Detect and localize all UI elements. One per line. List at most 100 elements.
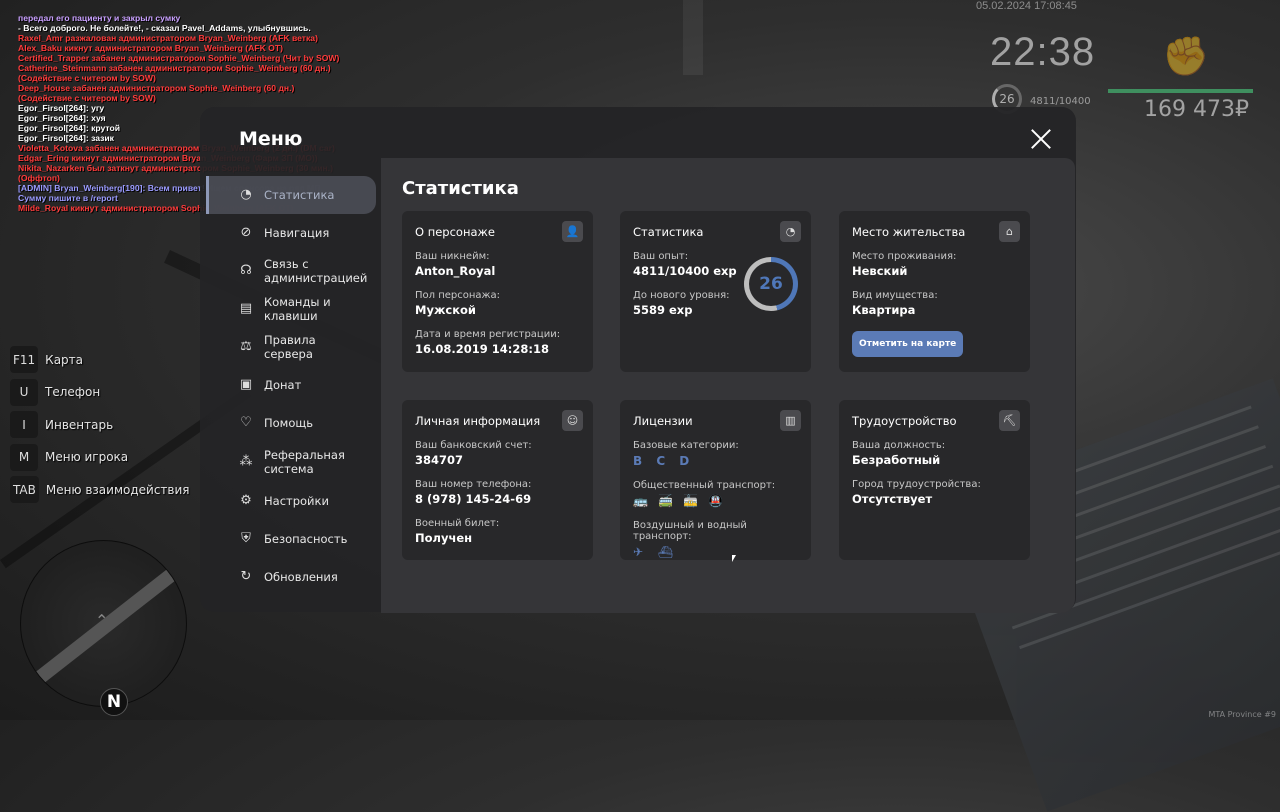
phone-label: Ваш номер телефона: bbox=[415, 479, 532, 490]
sidebar-item[interactable]: ⛨ Безопасность bbox=[206, 520, 376, 558]
chat-line: Alex_Baku кикнут администратором Bryan_W… bbox=[18, 43, 283, 53]
sex-label: Пол персонажа: bbox=[415, 290, 501, 301]
keybind-key: TAB bbox=[10, 476, 39, 503]
pickaxe-icon: ⛏ bbox=[999, 410, 1020, 431]
close-button[interactable] bbox=[1030, 128, 1052, 150]
bank-value: 384707 bbox=[415, 453, 464, 467]
card-title: О персонаже bbox=[415, 225, 495, 239]
home-icon: ⌂ bbox=[999, 221, 1020, 242]
chat-line: Certified_Trapper забанен администраторо… bbox=[18, 53, 340, 63]
sidebar-item[interactable]: ♡ Помощь bbox=[206, 404, 376, 442]
keybind-item: M Меню игрока bbox=[10, 443, 190, 471]
id-card-icon: ▥ bbox=[780, 410, 801, 431]
hud-money: 169 473₽ bbox=[1144, 97, 1249, 122]
sidebar-item-label: Правила сервера bbox=[264, 333, 316, 361]
keybind-item: TAB Меню взаимодействия bbox=[10, 476, 190, 503]
keybind-item: U Телефон bbox=[10, 378, 190, 406]
level-value: 26 bbox=[759, 274, 783, 294]
plane-icon: ✈ bbox=[633, 545, 644, 559]
tram-icon: 🚋 bbox=[683, 494, 698, 508]
sidebar-item-label: Реферальная система bbox=[264, 448, 345, 476]
bus-icon: 🚌 bbox=[633, 494, 648, 508]
sidebar-item[interactable]: ◔ Статистика bbox=[206, 176, 376, 214]
keybind-label: Меню взаимодействия bbox=[45, 482, 190, 497]
sidebar-item[interactable]: ⚖ Правила сервера bbox=[206, 328, 376, 366]
chat-line: - Всего доброго. Не болейте!, - сказал P… bbox=[18, 23, 311, 33]
reg-value: 16.08.2019 14:28:18 bbox=[415, 342, 549, 356]
bank-label: Ваш банковский счет: bbox=[415, 440, 532, 451]
sidebar-item-label: Команды и клавиши bbox=[264, 295, 331, 323]
nick-value: Anton_Royal bbox=[415, 264, 496, 278]
keybind-item: I Инвентарь bbox=[10, 411, 190, 438]
sidebar-item[interactable]: ↻ Обновления bbox=[206, 558, 376, 596]
card-residence: Место жительства ⌂ Место проживания: Нев… bbox=[839, 211, 1030, 372]
place-label: Место проживания: bbox=[852, 251, 957, 262]
headset-icon: ☊ bbox=[240, 263, 252, 278]
fist-icon: ✊ bbox=[1162, 34, 1210, 78]
sidebar-item-label: Помощь bbox=[264, 416, 314, 430]
place-value: Невский bbox=[852, 264, 908, 278]
stats-title: Статистика bbox=[402, 178, 519, 199]
health-bar bbox=[1108, 89, 1253, 93]
basic-categories: B C D bbox=[633, 454, 695, 468]
bg-pillar bbox=[683, 0, 703, 75]
sidebar-item[interactable]: ⊘ Навигация bbox=[206, 214, 376, 252]
mark-on-map-button[interactable]: Отметить на карте bbox=[852, 331, 964, 357]
phone-value: 8 (978) 145-24-69 bbox=[415, 492, 532, 506]
public-transport-icons: 🚌 🚎 🚋 🚇 bbox=[633, 494, 798, 508]
card-title: Место жительства bbox=[852, 225, 966, 239]
menu-title: Меню bbox=[239, 128, 303, 150]
mouse-cursor bbox=[732, 555, 740, 562]
keybind-key: F11 bbox=[10, 346, 39, 373]
sex-value: Мужской bbox=[415, 303, 476, 317]
update-icon: ↻ bbox=[240, 569, 252, 584]
job-city-value: Отсутствует bbox=[852, 492, 933, 506]
hud-exp: 4811/10400 bbox=[1030, 96, 1091, 107]
handshake-icon: ♡ bbox=[240, 415, 252, 430]
property-value: Квартира bbox=[852, 303, 916, 317]
keybind-item: F11 Карта bbox=[10, 346, 190, 373]
metro-icon: 🚇 bbox=[708, 494, 723, 508]
position-label: Ваша должность: bbox=[852, 440, 946, 451]
keybind-key: M bbox=[10, 443, 38, 471]
player-arrow-icon: ⌃ bbox=[95, 611, 109, 630]
sidebar-item[interactable]: ▣ Донат bbox=[206, 366, 376, 404]
air-water-icons: ✈ ⛴ bbox=[633, 545, 798, 559]
card-title: Личная информация bbox=[415, 414, 541, 428]
card-licenses: Лицензии ▥ Базовые категории: B C D Обще… bbox=[620, 400, 811, 560]
military-label: Военный билет: bbox=[415, 518, 500, 529]
gear-icon: ⚙ bbox=[240, 493, 252, 508]
compass-icon: ⊘ bbox=[240, 225, 252, 240]
keybind-label: Меню игрока bbox=[45, 450, 129, 464]
chat-line: передал его пациенту и закрыл сумку bbox=[18, 13, 181, 23]
sidebar-item[interactable]: ⚙ Настройки bbox=[206, 482, 376, 520]
sidebar-item-label: Статистика bbox=[264, 188, 335, 202]
north-indicator: N bbox=[100, 688, 128, 716]
nick-label: Ваш никнейм: bbox=[415, 251, 490, 262]
card-title: Трудоустройство bbox=[852, 414, 957, 428]
keybind-label: Карта bbox=[45, 352, 84, 367]
sidebar-item-label: Настройки bbox=[264, 494, 329, 508]
network-icon: ⁂ bbox=[239, 454, 253, 469]
basic-cats-label: Базовые категории: bbox=[633, 440, 739, 451]
card-character: О персонаже 👤 Ваш никнейм: Anton_Royal П… bbox=[402, 211, 593, 372]
hud-date: 05.02.2024 17:08:45 bbox=[976, 0, 1077, 12]
menu-sidebar: ◔ Статистика ⊘ Навигация ☊ Связь с администра… bbox=[206, 176, 376, 596]
sidebar-item-label: Безопасность bbox=[264, 532, 348, 546]
sidebar-item[interactable]: ☊ Связь с администрацией bbox=[206, 252, 376, 290]
ship-icon: ⛴ bbox=[658, 545, 674, 559]
minimap[interactable]: ⌃ bbox=[20, 540, 187, 707]
card-job: Трудоустройство ⛏ Ваша должность: Безраб… bbox=[839, 400, 1030, 560]
shield-icon: ⛨ bbox=[241, 531, 251, 546]
chat-line: Raxel_Amr разжалован администратором Bry… bbox=[18, 33, 318, 43]
scales-icon: ⚖ bbox=[240, 339, 252, 354]
sidebar-item[interactable]: ▤ Команды и клавиши bbox=[206, 290, 376, 328]
watermark: MTA Province #9 bbox=[1208, 710, 1276, 719]
account-circle-icon: ☺ bbox=[562, 410, 583, 431]
position-value: Безработный bbox=[852, 453, 941, 467]
keybind-key: I bbox=[10, 411, 38, 438]
document-icon: ▤ bbox=[239, 301, 253, 316]
chat-line: Deep_House забанен администратором Sophi… bbox=[18, 83, 295, 103]
reg-label: Дата и время регистрации: bbox=[415, 329, 561, 340]
sidebar-item[interactable]: ⁂ Реферальная система bbox=[206, 442, 376, 482]
